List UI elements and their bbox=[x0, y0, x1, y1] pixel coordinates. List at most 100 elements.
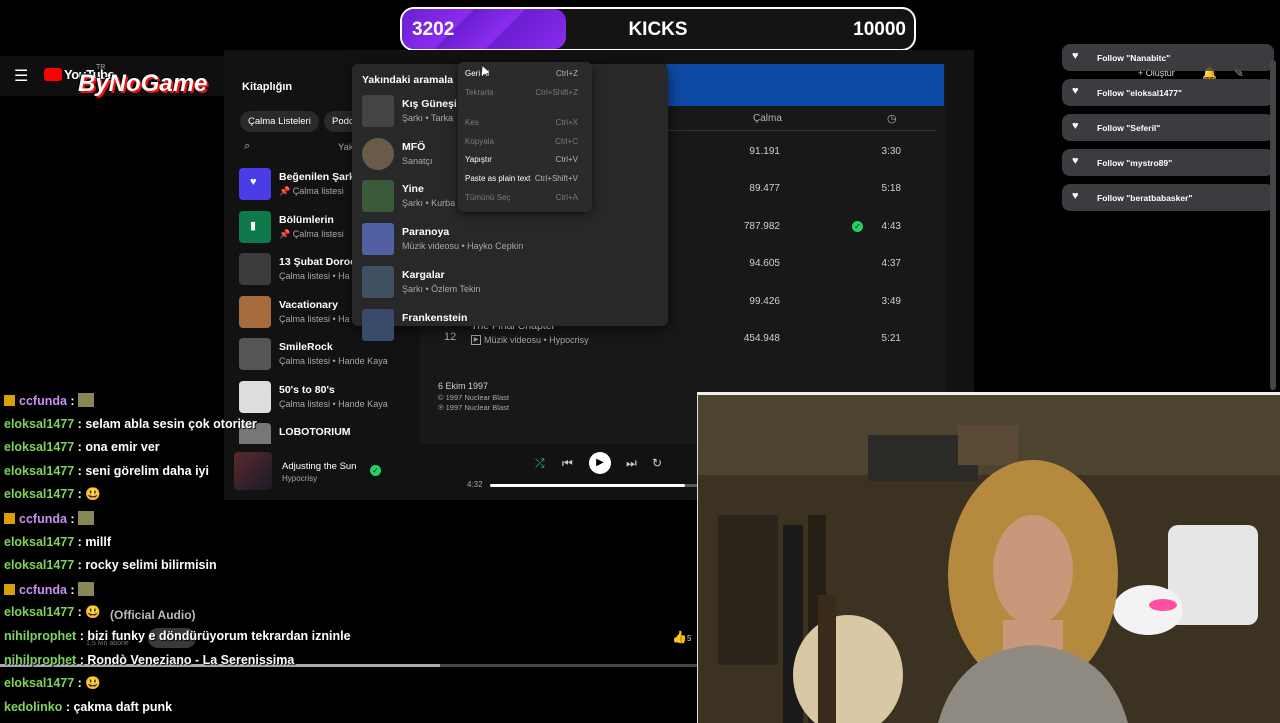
chat-message: ccfunda : bbox=[4, 581, 95, 597]
chat-message: nihilprophet : Rondò Veneziano - La Sere… bbox=[4, 653, 294, 667]
follow-alert-text: Follow "beratbabasker" bbox=[1097, 193, 1193, 203]
library-item-name[interactable]: Bölümlerin bbox=[279, 214, 334, 226]
sub-badge-icon bbox=[4, 583, 15, 595]
follow-alert bbox=[1062, 114, 1274, 141]
library-item-cover[interactable] bbox=[239, 380, 271, 413]
search-result-cover[interactable] bbox=[362, 223, 394, 256]
chat-username[interactable]: eloksal1477 bbox=[4, 464, 74, 478]
now-playing-artist[interactable]: Hypocrisy bbox=[282, 474, 317, 483]
chat-username[interactable]: eloksal1477 bbox=[4, 676, 74, 690]
kicks-current: 3202 bbox=[412, 19, 455, 40]
library-item-sub: Çalma listesi • Ha bbox=[279, 314, 350, 324]
chat-text: rocky selimi bilirmisin bbox=[85, 558, 217, 573]
chat-message: eloksal1477 : ona emir ver bbox=[4, 440, 160, 454]
search-result-name[interactable]: Frankenstein bbox=[402, 312, 467, 324]
search-result-sub: Şarkı • Kurba bbox=[402, 198, 456, 209]
search-result-name[interactable]: Paranoya bbox=[402, 226, 449, 238]
chat-username[interactable]: eloksal1477 bbox=[4, 487, 74, 501]
library-item-name[interactable]: LOBOTORIUM bbox=[279, 426, 351, 438]
context-menu-item[interactable]: Yapıştır bbox=[465, 155, 492, 164]
track-plays: 89.477 bbox=[749, 183, 780, 195]
chat-username[interactable]: ccfunda bbox=[19, 394, 67, 408]
now-playing-cover[interactable] bbox=[234, 452, 272, 490]
saved-check-icon[interactable]: ✓ bbox=[370, 465, 381, 476]
chat-colon: : bbox=[74, 463, 86, 478]
chat-colon: : bbox=[66, 512, 79, 526]
chat-username[interactable]: eloksal1477 bbox=[4, 440, 74, 454]
pin-icon: 📌 bbox=[279, 186, 293, 196]
track-duration: 3:49 bbox=[881, 295, 901, 307]
library-item-cover[interactable] bbox=[239, 253, 271, 285]
chat-colon: : bbox=[66, 394, 79, 408]
hamburger-menu-icon[interactable]: ☰ bbox=[14, 66, 28, 86]
chat-username[interactable]: kedolinko bbox=[4, 700, 62, 714]
search-result-name[interactable]: Kargalar bbox=[402, 269, 445, 281]
library-item-sub: 📌 Çalma listesi bbox=[279, 186, 344, 197]
search-result-cover[interactable] bbox=[362, 180, 394, 213]
chat-message: eloksal1477 : millf bbox=[4, 535, 111, 549]
library-item-name[interactable]: 50's to 80's bbox=[279, 384, 335, 396]
chat-username[interactable]: ccfunda bbox=[19, 512, 67, 526]
context-menu-shortcut: Ctrl+Z bbox=[556, 69, 578, 78]
search-result-cover[interactable] bbox=[362, 95, 394, 127]
saved-check-icon[interactable]: ✓ bbox=[852, 220, 863, 232]
next-icon[interactable]: ⏭ bbox=[626, 456, 637, 471]
chip-playlists[interactable]: Çalma Listeleri bbox=[240, 111, 319, 132]
like-button[interactable]: 👍5 bbox=[672, 630, 691, 644]
now-playing-title[interactable]: Adjusting the Sun bbox=[282, 461, 356, 472]
track-duration: 3:30 bbox=[881, 146, 901, 157]
chat-message: ccfunda : bbox=[4, 511, 95, 526]
search-result-cover[interactable] bbox=[362, 137, 394, 170]
library-item-cover[interactable] bbox=[239, 295, 271, 328]
repeat-icon[interactable]: ↻ bbox=[652, 456, 662, 470]
search-result-sub: Müzik videosu • Hayko Cepkin bbox=[402, 241, 524, 252]
shuffle-icon[interactable]: ⤮ bbox=[535, 456, 545, 471]
library-item-name[interactable]: SmileRock bbox=[279, 341, 333, 353]
track-number: 12 bbox=[444, 331, 457, 343]
context-menu-item: Kes bbox=[465, 118, 479, 127]
youtube-logo-icon[interactable] bbox=[44, 68, 62, 81]
chat-colon: : bbox=[74, 558, 86, 573]
chat-username[interactable]: eloksal1477 bbox=[4, 605, 74, 619]
search-result-name[interactable]: MFÖ bbox=[402, 141, 425, 153]
library-item-name[interactable]: 13 Şubat Doroc bbox=[279, 256, 356, 268]
page-scrollbar[interactable] bbox=[1270, 60, 1276, 390]
search-icon[interactable]: ⌕ bbox=[244, 140, 250, 153]
chat-username[interactable]: eloksal1477 bbox=[4, 417, 74, 431]
chat-username[interactable]: nihilprophet bbox=[4, 629, 76, 643]
chat-username[interactable]: nihilprophet bbox=[4, 653, 76, 667]
search-result-name[interactable]: Kış Güneşi bbox=[402, 98, 457, 110]
library-item-sub-text: Çalma listesi bbox=[292, 186, 344, 196]
chat-username[interactable]: ccfunda bbox=[19, 583, 67, 597]
follow-alert-text: Follow "Nanabitc" bbox=[1097, 53, 1171, 63]
library-item-sub: Çalma listesi • Hande Kaya bbox=[279, 356, 388, 366]
library-item-sub-text: Çalma listesi • Ha bbox=[279, 313, 350, 324]
search-result-cover[interactable] bbox=[362, 265, 394, 298]
search-result-name[interactable]: Yine bbox=[402, 183, 424, 195]
kicks-label: KICKS bbox=[628, 19, 688, 40]
chat-username[interactable]: eloksal1477 bbox=[4, 535, 74, 549]
track-plays: 787.982 bbox=[743, 220, 780, 232]
search-result-sub: Şarkı • Tarka bbox=[402, 113, 454, 123]
col-plays: Çalma bbox=[753, 113, 782, 124]
chat-colon: : bbox=[66, 582, 79, 597]
chat-colon: : bbox=[74, 534, 86, 549]
library-item-cover[interactable] bbox=[239, 338, 271, 370]
library-item-name[interactable]: Beğenilen Şark bbox=[279, 171, 355, 183]
previous-icon[interactable]: ⏮ bbox=[562, 456, 573, 471]
album-header bbox=[666, 64, 944, 106]
library-item-name[interactable]: Vacationary bbox=[279, 299, 338, 311]
context-menu-shortcut: Ctrl+Shift+Z bbox=[535, 88, 578, 97]
chat-username[interactable]: eloksal1477 bbox=[4, 558, 74, 572]
library-item-sub-text: Çalma listesi • Hande Kaya bbox=[279, 398, 388, 409]
chat-message: kedolinko : çakma daft punk bbox=[4, 700, 172, 714]
track-duration: 5:21 bbox=[881, 333, 901, 344]
track-plays: 99.426 bbox=[749, 295, 780, 307]
thumbs-up-icon: 👍 bbox=[672, 630, 687, 644]
play-button[interactable]: ▶ bbox=[589, 452, 611, 474]
library-item-sub: Çalma listesi • Hande Kaya bbox=[279, 399, 388, 409]
chat-colon: : bbox=[74, 676, 86, 691]
search-result-cover[interactable] bbox=[362, 308, 394, 341]
chat-message: nihilprophet : bizi funky e döndürüyorum… bbox=[4, 629, 351, 643]
chat-colon: : bbox=[76, 652, 88, 667]
